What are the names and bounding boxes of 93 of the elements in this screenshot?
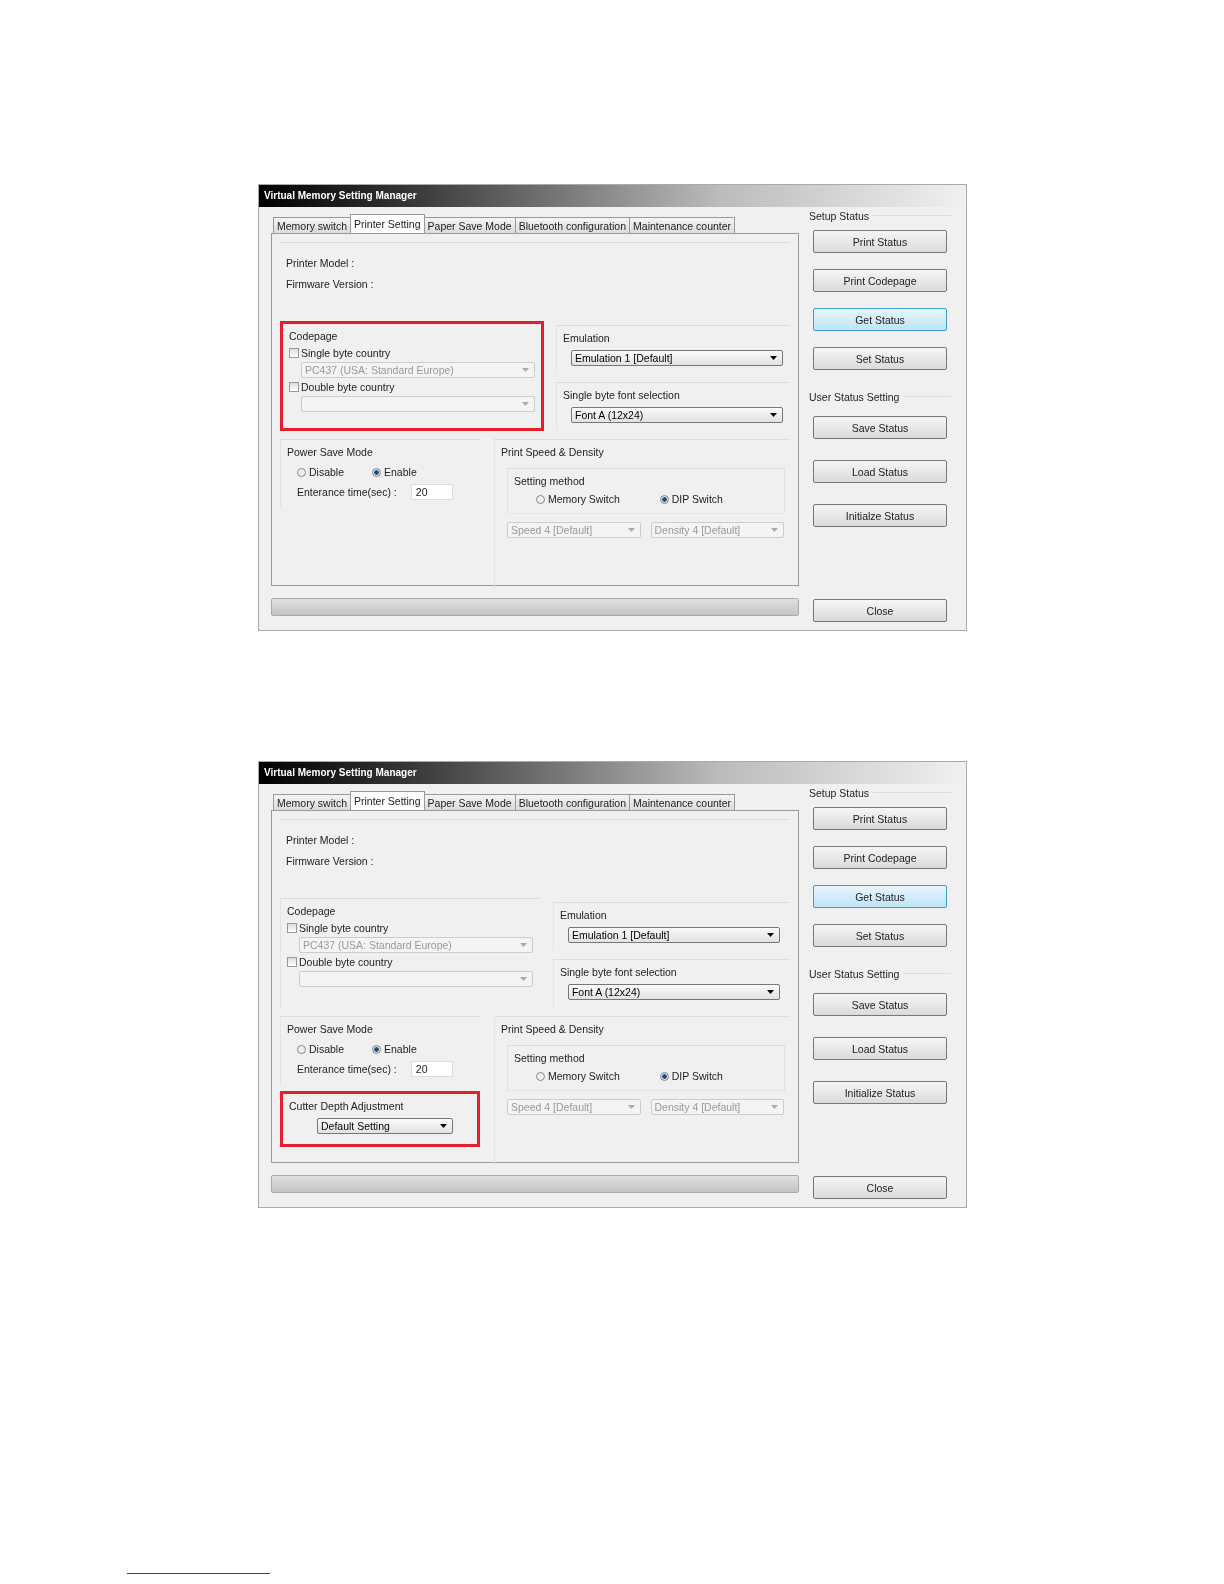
group-title: Codepage (287, 905, 337, 917)
caret-icon (770, 413, 777, 417)
radio-button[interactable] (297, 467, 306, 477)
group-title: Print Speed & Density (501, 1023, 605, 1035)
dropdown[interactable]: Emulation 1 [Default] (567, 927, 780, 943)
group-title: Setup Status (809, 787, 874, 799)
status-button[interactable]: Print Status (813, 807, 947, 830)
dropdown[interactable]: Emulation 1 [Default] (571, 350, 783, 366)
status-button[interactable]: Save Status (813, 416, 947, 439)
radio-label[interactable]: DIP Switch (671, 493, 723, 505)
checkbox-label[interactable]: Single byte country (299, 922, 389, 934)
radio-button[interactable] (372, 467, 382, 477)
tab[interactable]: Printer Setting (350, 791, 425, 810)
checkbox[interactable] (289, 348, 299, 358)
info-label: Firmware Version : (286, 855, 375, 867)
status-button[interactable]: Set Status (813, 347, 947, 370)
caret-icon (771, 1105, 778, 1109)
dropdown[interactable]: Font A (12x24) (571, 407, 783, 423)
caret-icon (771, 528, 778, 532)
radio-label[interactable]: Enable (384, 466, 417, 478)
tab[interactable]: Maintenance counter (629, 794, 736, 810)
status-button[interactable]: Print Codepage (813, 269, 947, 292)
close-button[interactable]: Close (813, 599, 947, 622)
radio-button[interactable] (297, 1044, 306, 1054)
group-title: Setting method (514, 475, 586, 487)
info-label: Printer Model : (286, 834, 356, 846)
field-label: Enterance time(sec) : (297, 1063, 397, 1075)
group-title: User Status Setting (809, 968, 904, 980)
tab[interactable]: Bluetooth configuration (514, 794, 631, 810)
group-title: Emulation (559, 909, 608, 921)
group-title: Cutter Depth Adjustment (289, 1100, 405, 1112)
checkbox[interactable] (287, 957, 297, 967)
caret-icon (627, 1105, 635, 1109)
caret-icon (766, 990, 774, 994)
status-button[interactable]: Get Status (813, 308, 947, 331)
group-title: Power Save Mode (287, 446, 374, 458)
radio-button[interactable] (659, 494, 669, 504)
group-title: Codepage (289, 330, 339, 342)
checkbox[interactable] (289, 382, 299, 392)
caret-icon (627, 528, 635, 532)
status-button[interactable]: Get Status (813, 885, 947, 908)
caret-icon (766, 933, 774, 937)
dropdown[interactable]: Default Setting (317, 1118, 453, 1134)
radio-label[interactable]: Disable (309, 466, 345, 478)
radio-label[interactable]: Disable (309, 1043, 345, 1055)
radio-button[interactable] (372, 1044, 382, 1054)
field-label: Enterance time(sec) : (297, 486, 397, 498)
group-title: Single byte font selection (559, 966, 678, 978)
input-field[interactable]: 20 (410, 1061, 453, 1077)
caret-icon (520, 977, 527, 981)
status-button[interactable]: Print Status (813, 230, 947, 253)
radio-label[interactable]: Enable (384, 1043, 417, 1055)
radio-button[interactable] (536, 1071, 545, 1081)
radio-button[interactable] (659, 1071, 669, 1081)
info-label: Firmware Version : (286, 278, 375, 290)
status-button[interactable]: Initialze Status (813, 504, 947, 527)
tab[interactable]: Memory switch (273, 794, 351, 810)
radio-label[interactable]: Memory Switch (548, 493, 620, 505)
info-label: Printer Model : (286, 257, 356, 269)
status-button[interactable]: Print Codepage (813, 846, 947, 869)
group-title: Emulation (563, 332, 611, 344)
radio-button[interactable] (536, 494, 545, 504)
tab[interactable]: Paper Save Mode (423, 794, 516, 810)
radio-label[interactable]: DIP Switch (671, 1070, 723, 1082)
group-title: Single byte font selection (563, 389, 681, 401)
status-button[interactable]: Initialize Status (813, 1081, 947, 1104)
status-button[interactable]: Load Status (813, 460, 947, 483)
group-title: Power Save Mode (287, 1023, 374, 1035)
tab[interactable]: Paper Save Mode (423, 217, 516, 233)
group-title: Print Speed & Density (501, 446, 605, 458)
checkbox-label[interactable]: Double byte country (299, 956, 393, 968)
tab[interactable]: Printer Setting (350, 214, 425, 233)
caret-icon (522, 402, 529, 406)
status-button[interactable]: Set Status (813, 924, 947, 947)
status-button[interactable]: Load Status (813, 1037, 947, 1060)
checkbox-label[interactable]: Single byte country (301, 347, 391, 359)
caret-icon (522, 368, 529, 372)
tab[interactable]: Maintenance counter (629, 217, 736, 233)
group-title: Setting method (514, 1052, 586, 1064)
tab[interactable]: Memory switch (273, 217, 351, 233)
caret-icon (440, 1124, 447, 1128)
tab[interactable]: Bluetooth configuration (514, 217, 631, 233)
checkbox[interactable] (287, 923, 297, 933)
caret-icon (520, 943, 527, 947)
group-title: Setup Status (809, 210, 874, 222)
dropdown[interactable]: Font A (12x24) (567, 984, 780, 1000)
group-title: User Status Setting (809, 391, 904, 403)
close-button[interactable]: Close (813, 1176, 947, 1199)
caret-icon (770, 356, 777, 360)
input-field[interactable]: 20 (410, 484, 453, 500)
status-button[interactable]: Save Status (813, 993, 947, 1016)
checkbox-label[interactable]: Double byte country (301, 381, 395, 393)
radio-label[interactable]: Memory Switch (548, 1070, 620, 1082)
